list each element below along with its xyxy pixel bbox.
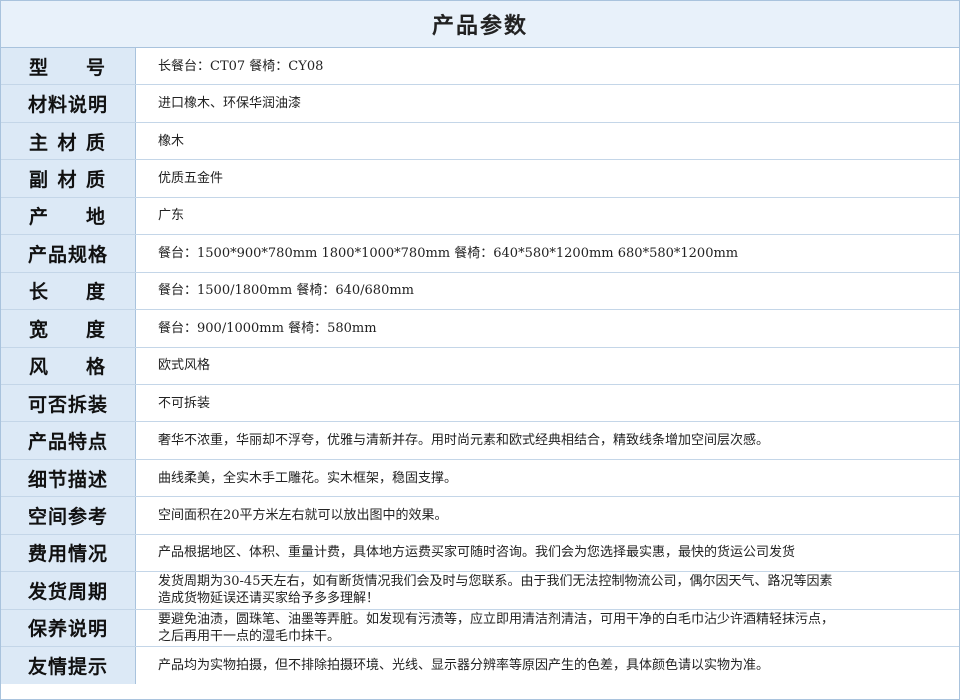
row-value: 空间面积在20平方米左右就可以放出图中的效果。 bbox=[158, 507, 448, 523]
row-value: 不可拆装 bbox=[158, 395, 211, 411]
row-value: 曲线柔美，全实木手工雕花。实木框架，稳固支撑。 bbox=[158, 470, 458, 486]
row-label: 材料说明 bbox=[1, 85, 136, 122]
row-label: 产品规格 bbox=[1, 235, 136, 272]
row-value: 餐台：900/1000mm 餐椅：580mm bbox=[158, 320, 377, 336]
table-title: 产品参数 bbox=[431, 14, 528, 39]
table-row: 宽度 餐台：900/1000mm 餐椅：580mm bbox=[1, 310, 959, 348]
row-label: 产地 bbox=[1, 197, 136, 235]
row-label: 细节描述 bbox=[1, 459, 136, 497]
table-row: 保养说明 要避免油渍，圆珠笔、油墨等弄脏。如发现有污渍等，应立即用清洁剂清洁，可用… bbox=[1, 609, 959, 647]
row-value: 橡木 bbox=[158, 133, 185, 149]
row-value: 欧式风格 bbox=[158, 358, 211, 374]
row-label: 友情提示 bbox=[1, 647, 136, 685]
row-label: 风格 bbox=[1, 347, 136, 384]
row-label: 发货周期 bbox=[1, 572, 136, 609]
table-row: 空间参考 空间面积在20平方米左右就可以放出图中的效果。 bbox=[1, 497, 959, 535]
row-label: 可否拆装 bbox=[1, 384, 136, 422]
row-value: 餐台：1500*900*780mm 1800*1000*780mm 餐椅：640… bbox=[158, 245, 739, 261]
table-row: 费用情况 产品根据地区、体积、重量计费，具体地方运费买家可随时咨询。我们会为您选择… bbox=[1, 534, 959, 573]
table-row: 副材质 优质五金件 bbox=[1, 160, 959, 198]
row-value: 餐台：1500/1800mm 餐椅：640/680mm bbox=[158, 283, 414, 299]
table-row: 材料说明 进口橡木、环保华润油漆 bbox=[1, 85, 959, 123]
row-value: 广东 bbox=[158, 208, 185, 224]
table-row: 主材质 橡木 bbox=[1, 122, 959, 161]
row-label: 主材质 bbox=[1, 122, 136, 160]
table-row: 型号 长餐台：CT07 餐椅：CY08 bbox=[1, 48, 959, 86]
row-label: 长度 bbox=[1, 272, 136, 310]
table-row: 长度 餐台：1500/1800mm 餐椅：640/680mm bbox=[1, 272, 959, 311]
table-row: 可否拆装 不可拆装 bbox=[1, 384, 959, 423]
parameter-rows: 型号 长餐台：CT07 餐椅：CY08 材料说明 进口橡木、环保华润油漆主材质 橡木副材… bbox=[1, 48, 959, 685]
row-value: 要避免油渍，圆珠笔、油墨等弄脏。如发现有污渍等，应立即用清洁剂清洁，可用干净的白… bbox=[158, 611, 835, 644]
table-row: 发货周期 发货周期为30-45天左右，如有断货情况我们会及时与您联系。由于我们无法… bbox=[1, 572, 959, 610]
table-row: 产地 广东 bbox=[1, 197, 959, 236]
row-value: 产品均为实物拍摄，但不排除拍摄环境、光线、显示器分辨率等原因产生的色差，具体颜色… bbox=[158, 658, 770, 674]
table-row: 风格 欧式风格 bbox=[1, 347, 959, 385]
row-value: 长餐台：CT07 餐椅：CY08 bbox=[158, 58, 324, 74]
row-value: 进口橡木、环保华润油漆 bbox=[158, 96, 302, 112]
row-value: 优质五金件 bbox=[158, 171, 224, 187]
row-label: 副材质 bbox=[1, 160, 136, 197]
row-value: 发货周期为30-45天左右，如有断货情况我们会及时与您联系。由于我们无法控制物流… bbox=[158, 574, 833, 607]
table-row: 细节描述 曲线柔美，全实木手工雕花。实木框架，稳固支撑。 bbox=[1, 459, 959, 498]
row-label: 型号 bbox=[1, 48, 136, 85]
table-row: 友情提示 产品均为实物拍摄，但不排除拍摄环境、光线、显示器分辨率等原因产生的色差，… bbox=[1, 647, 959, 685]
table-header: 产品参数 bbox=[1, 1, 959, 48]
row-label: 宽度 bbox=[1, 310, 136, 347]
row-value: 奢华不浓重，华丽却不浮夸，优雅与清新并存。用时尚元素和欧式经典相结合，精致线条增… bbox=[158, 433, 770, 449]
table-row: 产品特点 奢华不浓重，华丽却不浮夸，优雅与清新并存。用时尚元素和欧式经典相结合，精… bbox=[1, 422, 959, 460]
table-row: 产品规格 餐台：1500*900*780mm 1800*1000*780mm 餐椅… bbox=[1, 235, 959, 273]
row-label: 费用情况 bbox=[1, 534, 136, 572]
row-value: 产品根据地区、体积、重量计费，具体地方运费买家可随时咨询。我们会为您选择最实惠，… bbox=[158, 545, 796, 561]
product-parameters-table: 产品参数 型号 长餐台：CT07 餐椅：CY08 材料说明 进口橡木、环保华润油漆主材… bbox=[0, 0, 960, 700]
row-label: 空间参考 bbox=[1, 497, 136, 534]
row-label: 保养说明 bbox=[1, 609, 136, 646]
row-label: 产品特点 bbox=[1, 422, 136, 459]
